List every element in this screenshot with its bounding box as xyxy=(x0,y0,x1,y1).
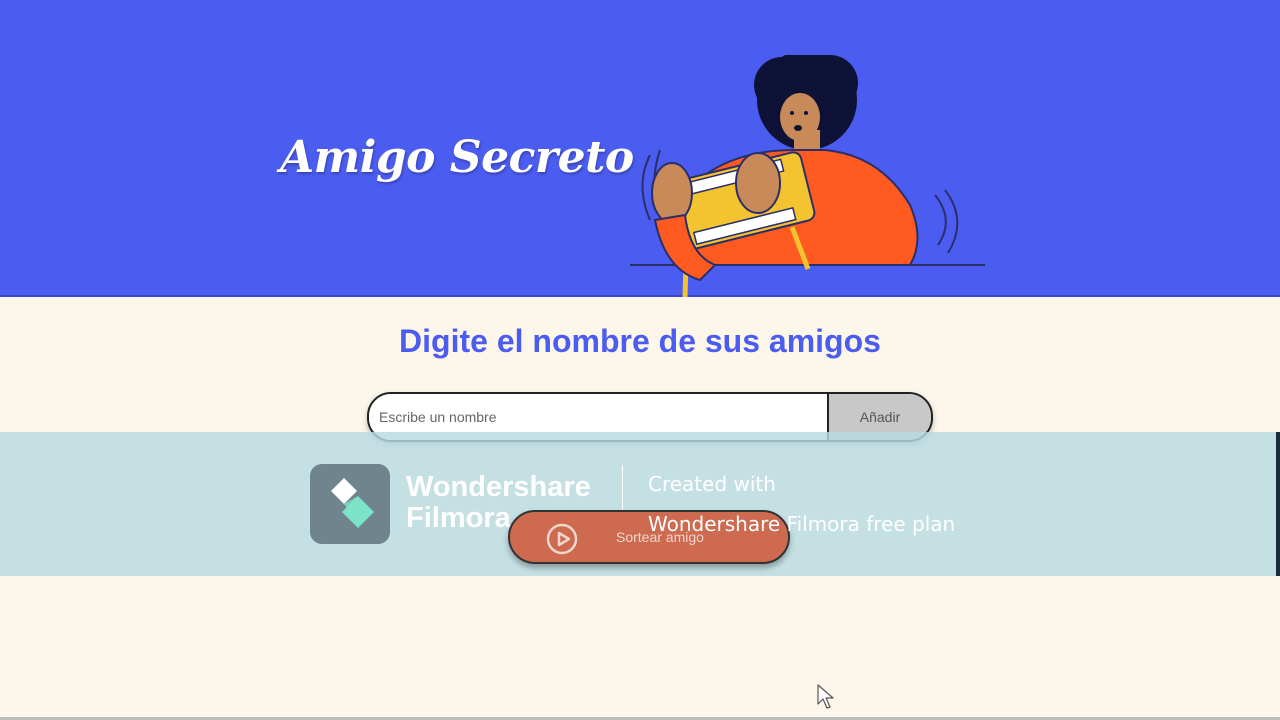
brand-line-1: Wondershare xyxy=(406,471,591,503)
hero-illustration xyxy=(630,55,985,297)
section-heading: Digite el nombre de sus amigos xyxy=(399,323,881,359)
watermark-created-line-2: Wondershare Filmora free plan xyxy=(648,512,956,536)
filmora-logo-icon xyxy=(310,464,390,544)
watermark-created-line-1: Created with xyxy=(648,472,776,496)
app-title: Amigo Secreto xyxy=(280,132,634,183)
header-banner: Amigo Secreto xyxy=(0,0,1280,297)
banner-edge xyxy=(1276,432,1280,576)
play-circle-icon xyxy=(546,523,578,555)
mouse-cursor-icon xyxy=(817,684,834,709)
